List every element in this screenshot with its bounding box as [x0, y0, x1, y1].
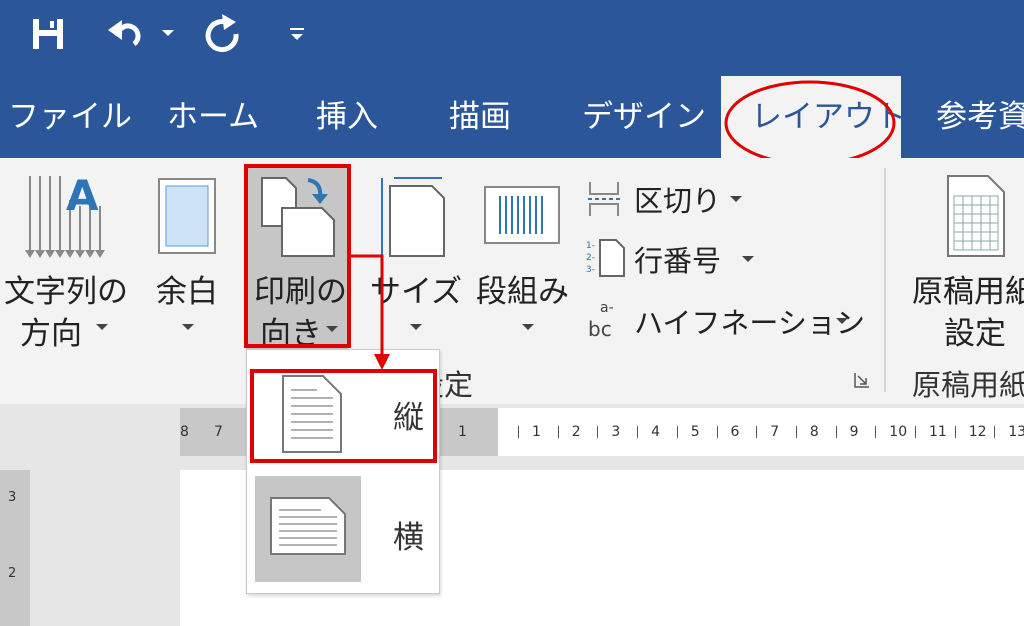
redo-icon[interactable] — [200, 12, 244, 56]
manuscript-label-2: 設定 — [944, 316, 1006, 348]
svg-text:bc: bc — [588, 317, 612, 340]
ruler-label: 1 — [532, 424, 541, 440]
text-direction-button[interactable]: A 文字列の 方向 — [0, 158, 132, 352]
ruler-tick — [835, 426, 837, 438]
vertical-ruler-label: 3 — [8, 490, 17, 505]
svg-text:a-: a- — [600, 300, 614, 316]
manuscript-settings-button[interactable]: 原稿用紙 設定 — [898, 158, 1024, 348]
chevron-down-icon — [730, 196, 742, 202]
tab-references[interactable]: 参考資 — [936, 76, 1024, 158]
horizontal-ruler[interactable]: 1 2 3 4 5 6 7 8 9 10 11 12 13 — [498, 408, 1024, 456]
svg-text:A: A — [66, 171, 99, 220]
ruler-tick — [915, 426, 916, 438]
manuscript-label-1: 原稿用紙 — [912, 274, 1024, 310]
ribbon-layout-panel: A 文字列の 方向 余白 印刷の 向き サイズ 段組み 区切り 1- 2- 3-… — [0, 158, 1024, 404]
landscape-option[interactable] — [255, 476, 361, 582]
ruler-tick — [557, 426, 559, 438]
ruler-label: 5 — [690, 424, 700, 440]
ruler-label: 7 — [214, 424, 223, 440]
ruler-label: 4 — [651, 424, 661, 440]
ruler-tick — [518, 426, 519, 438]
chevron-down-icon — [410, 324, 422, 330]
vertical-ruler[interactable]: 3 2 — [0, 470, 30, 626]
size-icon — [381, 177, 445, 257]
ruler-label: 8 — [809, 424, 819, 440]
undo-icon[interactable] — [106, 14, 146, 54]
breaks-label: 区切り — [634, 184, 722, 218]
landscape-label: 横 — [393, 520, 424, 556]
columns-button[interactable]: 段組み — [474, 158, 578, 348]
customize-qat-icon[interactable] — [290, 28, 304, 44]
ruler-label: 10 — [889, 424, 908, 440]
text-direction-icon: A — [25, 171, 105, 258]
chevron-down-icon — [182, 324, 194, 330]
manuscript-group-label: 原稿用紙 — [912, 368, 1024, 402]
line-numbers-button[interactable]: 1- 2- 3- 行番号 — [584, 238, 764, 282]
landscape-page-icon — [270, 497, 346, 555]
margins-label: 余白 — [156, 274, 218, 310]
ruler-label: 6 — [730, 424, 740, 440]
ruler-label: 2 — [571, 424, 581, 440]
tab-home[interactable]: ホーム — [167, 76, 259, 158]
ruler-tick — [994, 426, 996, 438]
ruler-tick — [756, 426, 758, 438]
ruler-tick — [637, 426, 639, 438]
ruler-label: 13 — [1008, 424, 1024, 440]
orientation-highlight-box — [244, 164, 351, 348]
ruler-label: 9 — [849, 424, 859, 440]
ruler-tick — [676, 426, 678, 438]
connector-arrow — [348, 254, 390, 370]
undo-dropdown-icon[interactable] — [162, 30, 174, 36]
tab-design[interactable]: デザイン — [582, 76, 706, 158]
ruler-tick — [954, 426, 956, 438]
line-numbers-icon: 1- 2- 3- — [586, 239, 625, 277]
ruler-label: 7 — [770, 424, 780, 440]
tab-draw[interactable]: 描画 — [449, 76, 511, 158]
highlight-ellipse — [724, 80, 896, 166]
margins-button[interactable]: 余白 — [146, 158, 236, 348]
group-divider — [884, 168, 886, 392]
hyphenation-button[interactable]: a- bc ハイフネーション — [584, 298, 865, 342]
portrait-highlight-box — [250, 369, 437, 463]
breaks-button[interactable]: 区切り — [584, 178, 760, 222]
ruler-label: 3 — [611, 424, 621, 440]
manuscript-icon — [947, 175, 1005, 257]
chevron-down-icon — [742, 256, 754, 262]
chevron-down-icon — [96, 324, 108, 330]
tab-file[interactable]: ファイル — [8, 76, 132, 158]
save-icon[interactable] — [30, 16, 66, 52]
svg-text:2-: 2- — [586, 253, 595, 263]
dialog-launcher-icon[interactable] — [854, 372, 870, 388]
margins-icon — [158, 178, 216, 254]
breaks-icon — [588, 182, 620, 216]
tab-insert[interactable]: 挿入 — [316, 76, 378, 158]
ruler-label: 11 — [929, 424, 947, 440]
text-direction-label-2: 方向 — [20, 316, 82, 352]
svg-text:1-: 1- — [586, 241, 595, 251]
svg-text:3-: 3- — [586, 265, 595, 275]
text-direction-label-1: 文字列の — [4, 274, 128, 310]
line-numbers-label: 行番号 — [634, 244, 722, 278]
vertical-ruler-label: 2 — [8, 566, 17, 581]
ruler-tick — [795, 426, 797, 438]
ruler-tick — [875, 426, 877, 438]
ruler-label: 12 — [968, 424, 987, 440]
chevron-down-icon — [522, 324, 534, 330]
ruler-label: 1 — [458, 424, 467, 440]
columns-label: 段組み — [476, 274, 569, 310]
ruler-label: 8 — [180, 424, 189, 440]
hyphenation-label: ハイフネーション — [634, 306, 865, 340]
ruler-tick — [716, 426, 718, 438]
chevron-down-icon — [836, 318, 848, 324]
columns-icon — [484, 186, 560, 244]
quick-access-toolbar — [0, 0, 1024, 76]
ruler-tick — [597, 426, 599, 438]
hyphenation-icon: a- bc — [588, 300, 614, 340]
